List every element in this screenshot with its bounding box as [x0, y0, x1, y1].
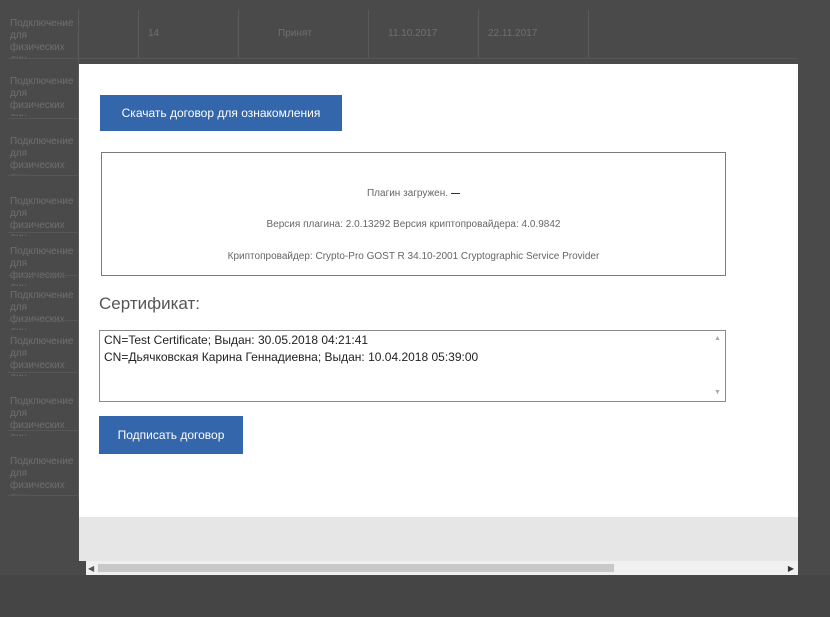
certificate-list[interactable]: CN=Test Certificate; Выдан: 30.05.2018 0… [99, 330, 726, 402]
plugin-info-box: Плагин загружен. Версия плагина: 2.0.132… [101, 152, 726, 276]
table-cell: Подключение для физических лиц [10, 76, 74, 116]
scroll-right-icon[interactable]: ▶ [788, 564, 794, 573]
scrollbar-thumb[interactable] [98, 564, 614, 572]
table-row: Подключение для физических лиц 14 Принят… [8, 10, 798, 58]
dialog-footer [79, 517, 798, 561]
page-bottom-area [0, 575, 830, 617]
plugin-versions: Версия плагина: 2.0.13292 Версия криптоп… [266, 219, 561, 230]
certificate-label: Сертификат: [99, 294, 200, 313]
scroll-down-icon[interactable]: ▼ [714, 389, 721, 397]
crypto-provider: Криптопровайдер: Crypto-Pro GOST R 34.10… [227, 251, 600, 262]
table-cell: Подключение для физических лиц [10, 18, 74, 58]
certificate-option[interactable]: CN=Test Certificate; Выдан: 30.05.2018 0… [104, 333, 368, 347]
row-divider [8, 58, 798, 59]
horizontal-scrollbar[interactable]: ◀ ▶ [86, 561, 798, 575]
scroll-left-icon[interactable]: ◀ [88, 564, 94, 573]
scroll-up-icon[interactable]: ▲ [714, 335, 721, 343]
table-cell: Подключение для физических лиц [10, 196, 74, 236]
table-cell: Подключение для физических лиц [10, 136, 74, 176]
table-cell: Подключение для физических лиц [10, 290, 74, 330]
table-cell: Подключение для физических лиц [10, 246, 74, 286]
table-cell: Подключение для физических лиц [10, 336, 74, 376]
sign-contract-dialog: Скачать договор для ознакомления Плагин … [79, 64, 798, 517]
plugin-status-text: Плагин загружен. [366, 188, 449, 199]
table-cell: Подключение для физических лиц [10, 456, 74, 496]
status-dash [451, 192, 461, 194]
certificate-option[interactable]: CN=Дьячковская Карина Геннадиевна; Выдан… [104, 350, 478, 364]
certificate-list-scrollbar[interactable]: ▲ ▼ [710, 331, 725, 401]
table-cell: Подключение для физических лиц [10, 396, 74, 436]
download-contract-button[interactable]: Скачать договор для ознакомления [100, 95, 342, 131]
sign-contract-button[interactable]: Подписать договор [99, 416, 243, 454]
plugin-status: Плагин загружен. [102, 188, 725, 199]
